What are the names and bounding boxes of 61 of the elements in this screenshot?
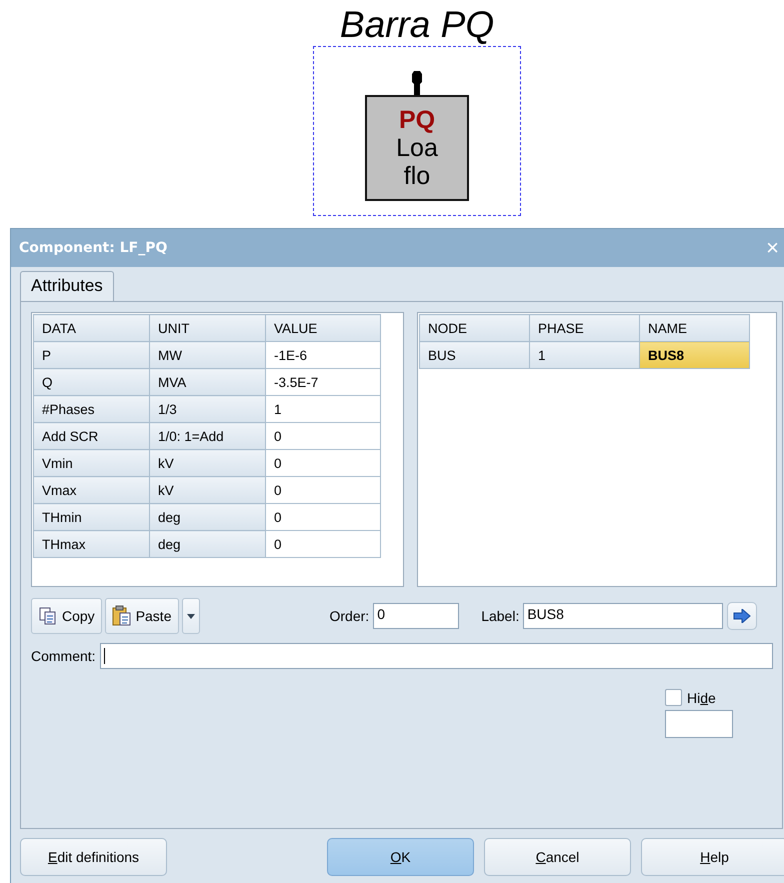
tab[interactable]: Attributes (20, 271, 114, 301)
load-block[interactable]: PQ Loa flo (365, 95, 469, 201)
copy-button[interactable]: Copy (31, 598, 102, 634)
table-cell: Vmax (34, 476, 150, 504)
dialog-button[interactable]: Cancel (484, 838, 631, 876)
table-cell[interactable]: 0 (266, 422, 380, 450)
column-header: PHASE (530, 314, 640, 342)
table-cell: deg (150, 504, 266, 530)
block-label: flo (404, 162, 430, 190)
order-field[interactable]: 0 (373, 603, 460, 629)
comment-label: Comment: (31, 648, 96, 664)
dialog-button[interactable]: OK (327, 838, 474, 876)
table-cell[interactable]: 1 (530, 342, 640, 368)
table-cell: Q (34, 368, 150, 396)
table-cell: Add SCR (34, 422, 150, 450)
label-label: Label: (481, 608, 520, 624)
table-cell[interactable]: -1E-6 (266, 342, 380, 368)
arrow-icon (733, 609, 752, 623)
block-label: Loa (396, 134, 438, 162)
table-cell[interactable]: 0 (266, 530, 380, 558)
arrow-button[interactable] (727, 602, 758, 630)
dialog-button[interactable]: Help (641, 838, 784, 876)
comment-field[interactable] (100, 643, 773, 669)
column-header: DATA (34, 314, 150, 342)
table-cell: THmin (34, 504, 150, 530)
table-cell[interactable]: -3.5E-7 (266, 368, 380, 396)
table-cell: kV (150, 476, 266, 504)
table-cell[interactable]: 0 (266, 476, 380, 504)
table-cell[interactable]: 0 (266, 450, 380, 476)
column-header: VALUE (266, 314, 380, 342)
table-cell: MVA (150, 368, 266, 396)
copy-icon (38, 606, 58, 626)
hide-label: Hide (687, 690, 716, 706)
table-cell: Vmin (34, 450, 150, 476)
hide-checkbox[interactable] (665, 689, 682, 706)
table-cell[interactable]: 0 (266, 504, 380, 530)
order-label: Order: (330, 608, 370, 624)
window-title: Component: LF_PQ (19, 240, 168, 256)
clipboard-icon (112, 605, 132, 627)
table-cell: #Phases (34, 396, 150, 422)
table-cell: 1/3 (150, 396, 266, 422)
table-cell: THmax (34, 530, 150, 558)
label-field[interactable]: BUS8 (523, 603, 724, 629)
table-cell[interactable]: 1 (266, 396, 380, 422)
column-header: NAME (640, 314, 750, 342)
diagram-title: Barra PQ (340, 4, 494, 46)
table-cell: kV (150, 450, 266, 476)
table-cell: MW (150, 342, 266, 368)
table-cell[interactable]: BUS (420, 342, 530, 368)
dialog-button[interactable]: Edit definitions (20, 838, 167, 876)
paste-button[interactable]: Paste (104, 598, 178, 634)
block-label: PQ (398, 106, 436, 134)
table-cell[interactable]: BUS8 (640, 342, 750, 368)
hide-field[interactable] (665, 710, 733, 738)
table-cell: deg (150, 530, 266, 558)
column-header: UNIT (150, 314, 266, 342)
table-cell: 1/0: 1=Add (150, 422, 266, 450)
caret-icon (186, 614, 194, 618)
dropdown-button[interactable] (182, 598, 200, 634)
column-header: NODE (420, 314, 530, 342)
table-cell: P (34, 342, 150, 368)
